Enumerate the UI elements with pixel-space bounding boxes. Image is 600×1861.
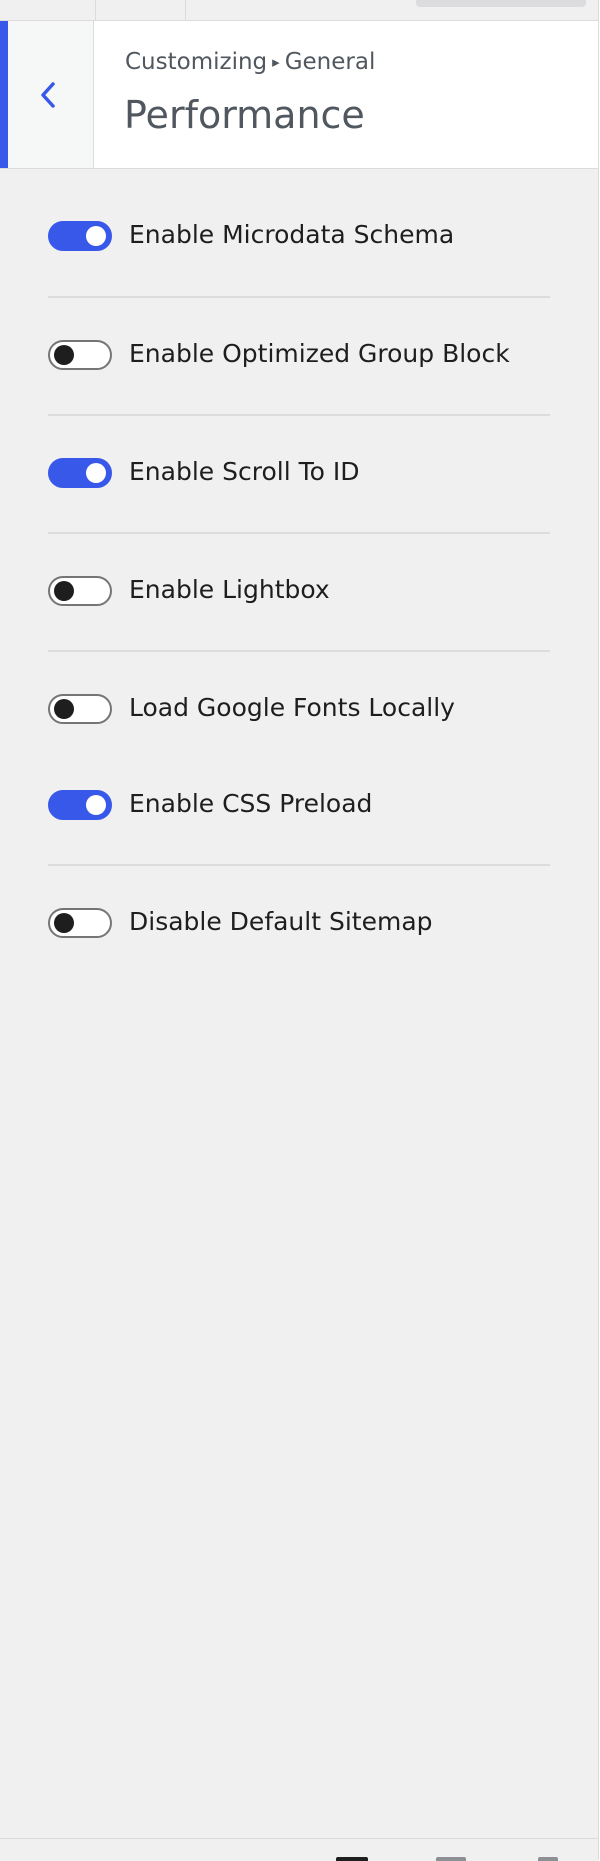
chevron-left-icon	[41, 82, 55, 108]
option-lightbox[interactable]: Enable Lightbox	[48, 571, 550, 611]
option-label: Enable CSS Preload	[129, 789, 373, 818]
option-divider	[48, 532, 550, 534]
page-title: Performance	[124, 93, 365, 137]
option-optimized-group-block[interactable]: Enable Optimized Group Block	[48, 335, 550, 375]
option-label: Load Google Fonts Locally	[129, 693, 455, 722]
toggle-knob	[54, 345, 74, 365]
option-divider	[48, 414, 550, 416]
toggle-knob	[54, 699, 74, 719]
breadcrumb: Customizing ▸ General	[125, 49, 375, 75]
mobile-icon[interactable]	[538, 1857, 558, 1861]
customizer-panel: Customizing ▸ General Performance Enable M…	[0, 0, 599, 1861]
option-divider	[48, 864, 550, 866]
option-label: Enable Microdata Schema	[129, 220, 455, 249]
option-default-sitemap[interactable]: Disable Default Sitemap	[48, 903, 550, 943]
toggle-knob	[86, 795, 106, 815]
top-toolbar	[0, 0, 598, 21]
css-preload-toggle[interactable]	[48, 790, 112, 820]
option-scroll-to-id[interactable]: Enable Scroll To ID	[48, 453, 550, 493]
option-css-preload[interactable]: Enable CSS Preload	[48, 785, 550, 825]
scroll-to-id-toggle[interactable]	[48, 458, 112, 488]
toggle-knob	[54, 913, 74, 933]
device-preview-bar	[0, 1838, 598, 1861]
back-button[interactable]	[0, 21, 94, 168]
toolbar-divider	[95, 0, 96, 20]
section-header: Customizing ▸ General Performance	[0, 21, 598, 169]
option-microdata-schema[interactable]: Enable Microdata Schema	[48, 216, 550, 256]
publish-button[interactable]	[416, 0, 586, 7]
option-divider	[48, 296, 550, 298]
lightbox-toggle[interactable]	[48, 576, 112, 606]
option-label: Enable Lightbox	[129, 575, 330, 604]
breadcrumb-root: Customizing	[125, 49, 268, 75]
toggle-knob	[86, 226, 106, 246]
option-label: Enable Scroll To ID	[129, 457, 360, 486]
google-fonts-locally-toggle[interactable]	[48, 694, 112, 724]
option-google-fonts-locally[interactable]: Load Google Fonts Locally	[48, 689, 550, 729]
option-label: Enable Optimized Group Block	[129, 339, 510, 368]
optimized-group-block-toggle[interactable]	[48, 340, 112, 370]
default-sitemap-toggle[interactable]	[48, 908, 112, 938]
breadcrumb-section: General	[284, 49, 376, 75]
option-label: Disable Default Sitemap	[129, 907, 433, 936]
breadcrumb-arrow-icon: ▸	[272, 53, 280, 71]
desktop-icon[interactable]	[336, 1857, 368, 1861]
tablet-icon[interactable]	[436, 1857, 466, 1861]
toggle-knob	[54, 581, 74, 601]
microdata-schema-toggle[interactable]	[48, 221, 112, 251]
toolbar-divider	[185, 0, 186, 20]
toggle-knob	[86, 463, 106, 483]
option-divider	[48, 650, 550, 652]
